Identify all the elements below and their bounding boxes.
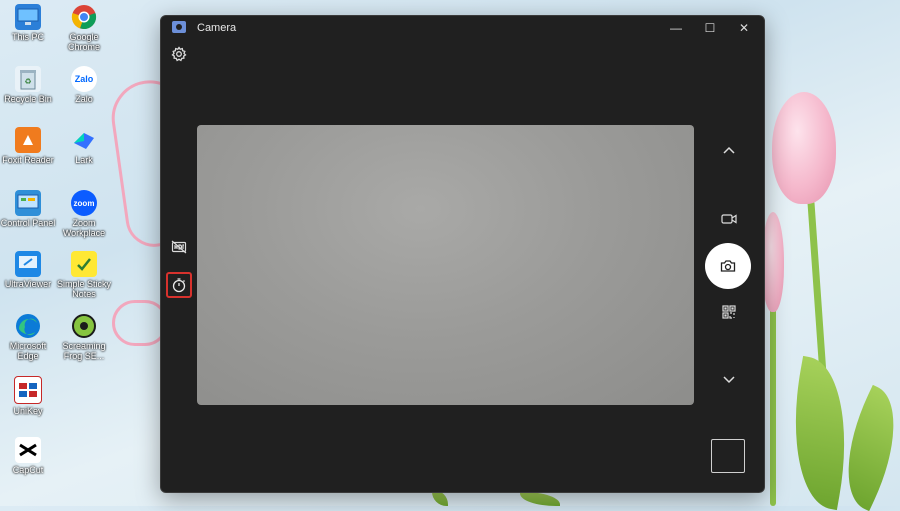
hdr-toggle-button[interactable] <box>169 237 189 257</box>
desktop-icon-screaming-frog[interactable]: Screaming Frog SE... <box>54 313 114 361</box>
timer-icon <box>172 278 186 293</box>
unikey-icon <box>14 376 42 404</box>
desktop-icon-simple-sticky-notes[interactable]: Simple Sticky Notes <box>54 251 114 299</box>
capcut-icon <box>15 437 41 463</box>
gear-icon <box>171 46 187 62</box>
wallpaper-leaf <box>520 492 560 506</box>
desktop-icon-microsoft-edge[interactable]: Microsoft Edge <box>0 313 58 361</box>
desktop-icon-label: Screaming Frog SE... <box>62 341 106 361</box>
desktop-icon-this-pc[interactable]: This PC <box>0 4 58 42</box>
computer-icon <box>15 4 41 30</box>
qr-mode-button[interactable] <box>719 302 739 322</box>
chevron-up-icon <box>723 146 735 154</box>
desktop-icon-zalo[interactable]: Zalo Zalo <box>54 66 114 104</box>
desktop-icon-label: UltraViewer <box>4 279 52 289</box>
desktop-icon-label: Zalo <box>75 94 93 104</box>
desktop-icon-zoom-workplace[interactable]: zoom Zoom Workplace <box>54 190 114 238</box>
foxit-reader-icon <box>15 127 41 153</box>
window-title: Camera <box>197 22 237 34</box>
zoom-icon: zoom <box>71 190 97 216</box>
title-bar[interactable]: Camera — ☐ ✕ <box>161 16 764 40</box>
scroll-down-button[interactable] <box>719 370 739 390</box>
desktop-icon-google-chrome[interactable]: Google Chrome <box>54 4 114 52</box>
desktop-icon-label: Zoom Workplace <box>62 218 106 238</box>
desktop-icon-label: Lark <box>75 155 93 165</box>
hdr-off-icon <box>171 240 187 254</box>
video-camera-icon <box>721 214 737 224</box>
scroll-up-button[interactable] <box>719 140 739 160</box>
svg-text:♻: ♻ <box>24 77 31 86</box>
desktop-icon-foxit-reader[interactable]: Foxit Reader <box>0 127 58 165</box>
wallpaper-tulip <box>762 212 784 312</box>
lark-icon <box>71 127 97 153</box>
desktop-icon-ultraviewer[interactable]: UltraViewer <box>0 251 58 289</box>
desktop-icon-control-panel[interactable]: Control Panel <box>0 190 58 228</box>
settings-button[interactable] <box>171 46 187 62</box>
chrome-icon <box>71 4 97 30</box>
camera-icon <box>720 260 736 272</box>
desktop-icon-label: Control Panel <box>0 218 56 228</box>
desktop-icon-label: UniKey <box>13 406 43 416</box>
desktop-icon-label: CapCut <box>12 465 44 475</box>
control-panel-icon <box>15 190 41 216</box>
maximize-button[interactable]: ☐ <box>693 16 727 40</box>
chevron-down-icon <box>723 376 735 384</box>
desktop-icon-lark[interactable]: Lark <box>54 127 114 165</box>
close-button[interactable]: ✕ <box>727 16 761 40</box>
zalo-icon: Zalo <box>71 66 97 92</box>
minimize-button[interactable]: — <box>659 16 693 40</box>
wallpaper-tulip <box>772 92 836 204</box>
desktop-icon-unikey[interactable]: UniKey <box>0 376 58 416</box>
gallery-thumbnail-button[interactable] <box>711 439 745 473</box>
camera-window: Camera — ☐ ✕ <box>160 15 765 493</box>
wallpaper-stem <box>770 300 776 506</box>
timer-button[interactable] <box>169 275 189 295</box>
ultraviewer-icon <box>15 251 41 277</box>
desktop-icon-recycle-bin[interactable]: ♻ Recycle Bin <box>0 66 58 104</box>
video-mode-button[interactable] <box>719 209 739 229</box>
desktop-icon-capcut[interactable]: CapCut <box>0 437 58 475</box>
sticky-note-icon <box>71 251 97 277</box>
take-photo-button[interactable] <box>705 243 751 289</box>
camera-preview <box>197 125 694 405</box>
screaming-frog-icon <box>71 313 97 339</box>
edge-icon <box>15 313 41 339</box>
desktop-icon-label: Recycle Bin <box>4 94 52 104</box>
desktop-icon-label: Microsoft Edge <box>9 341 47 361</box>
desktop-icon-label: Foxit Reader <box>2 155 54 165</box>
recycle-bin-icon: ♻ <box>15 66 41 92</box>
camera-app-icon <box>172 21 186 33</box>
desktop-icon-label: Simple Sticky Notes <box>56 279 111 299</box>
desktop-icon-label: Google Chrome <box>67 32 100 52</box>
qr-code-icon <box>722 305 736 319</box>
desktop-icon-label: This PC <box>11 32 44 42</box>
